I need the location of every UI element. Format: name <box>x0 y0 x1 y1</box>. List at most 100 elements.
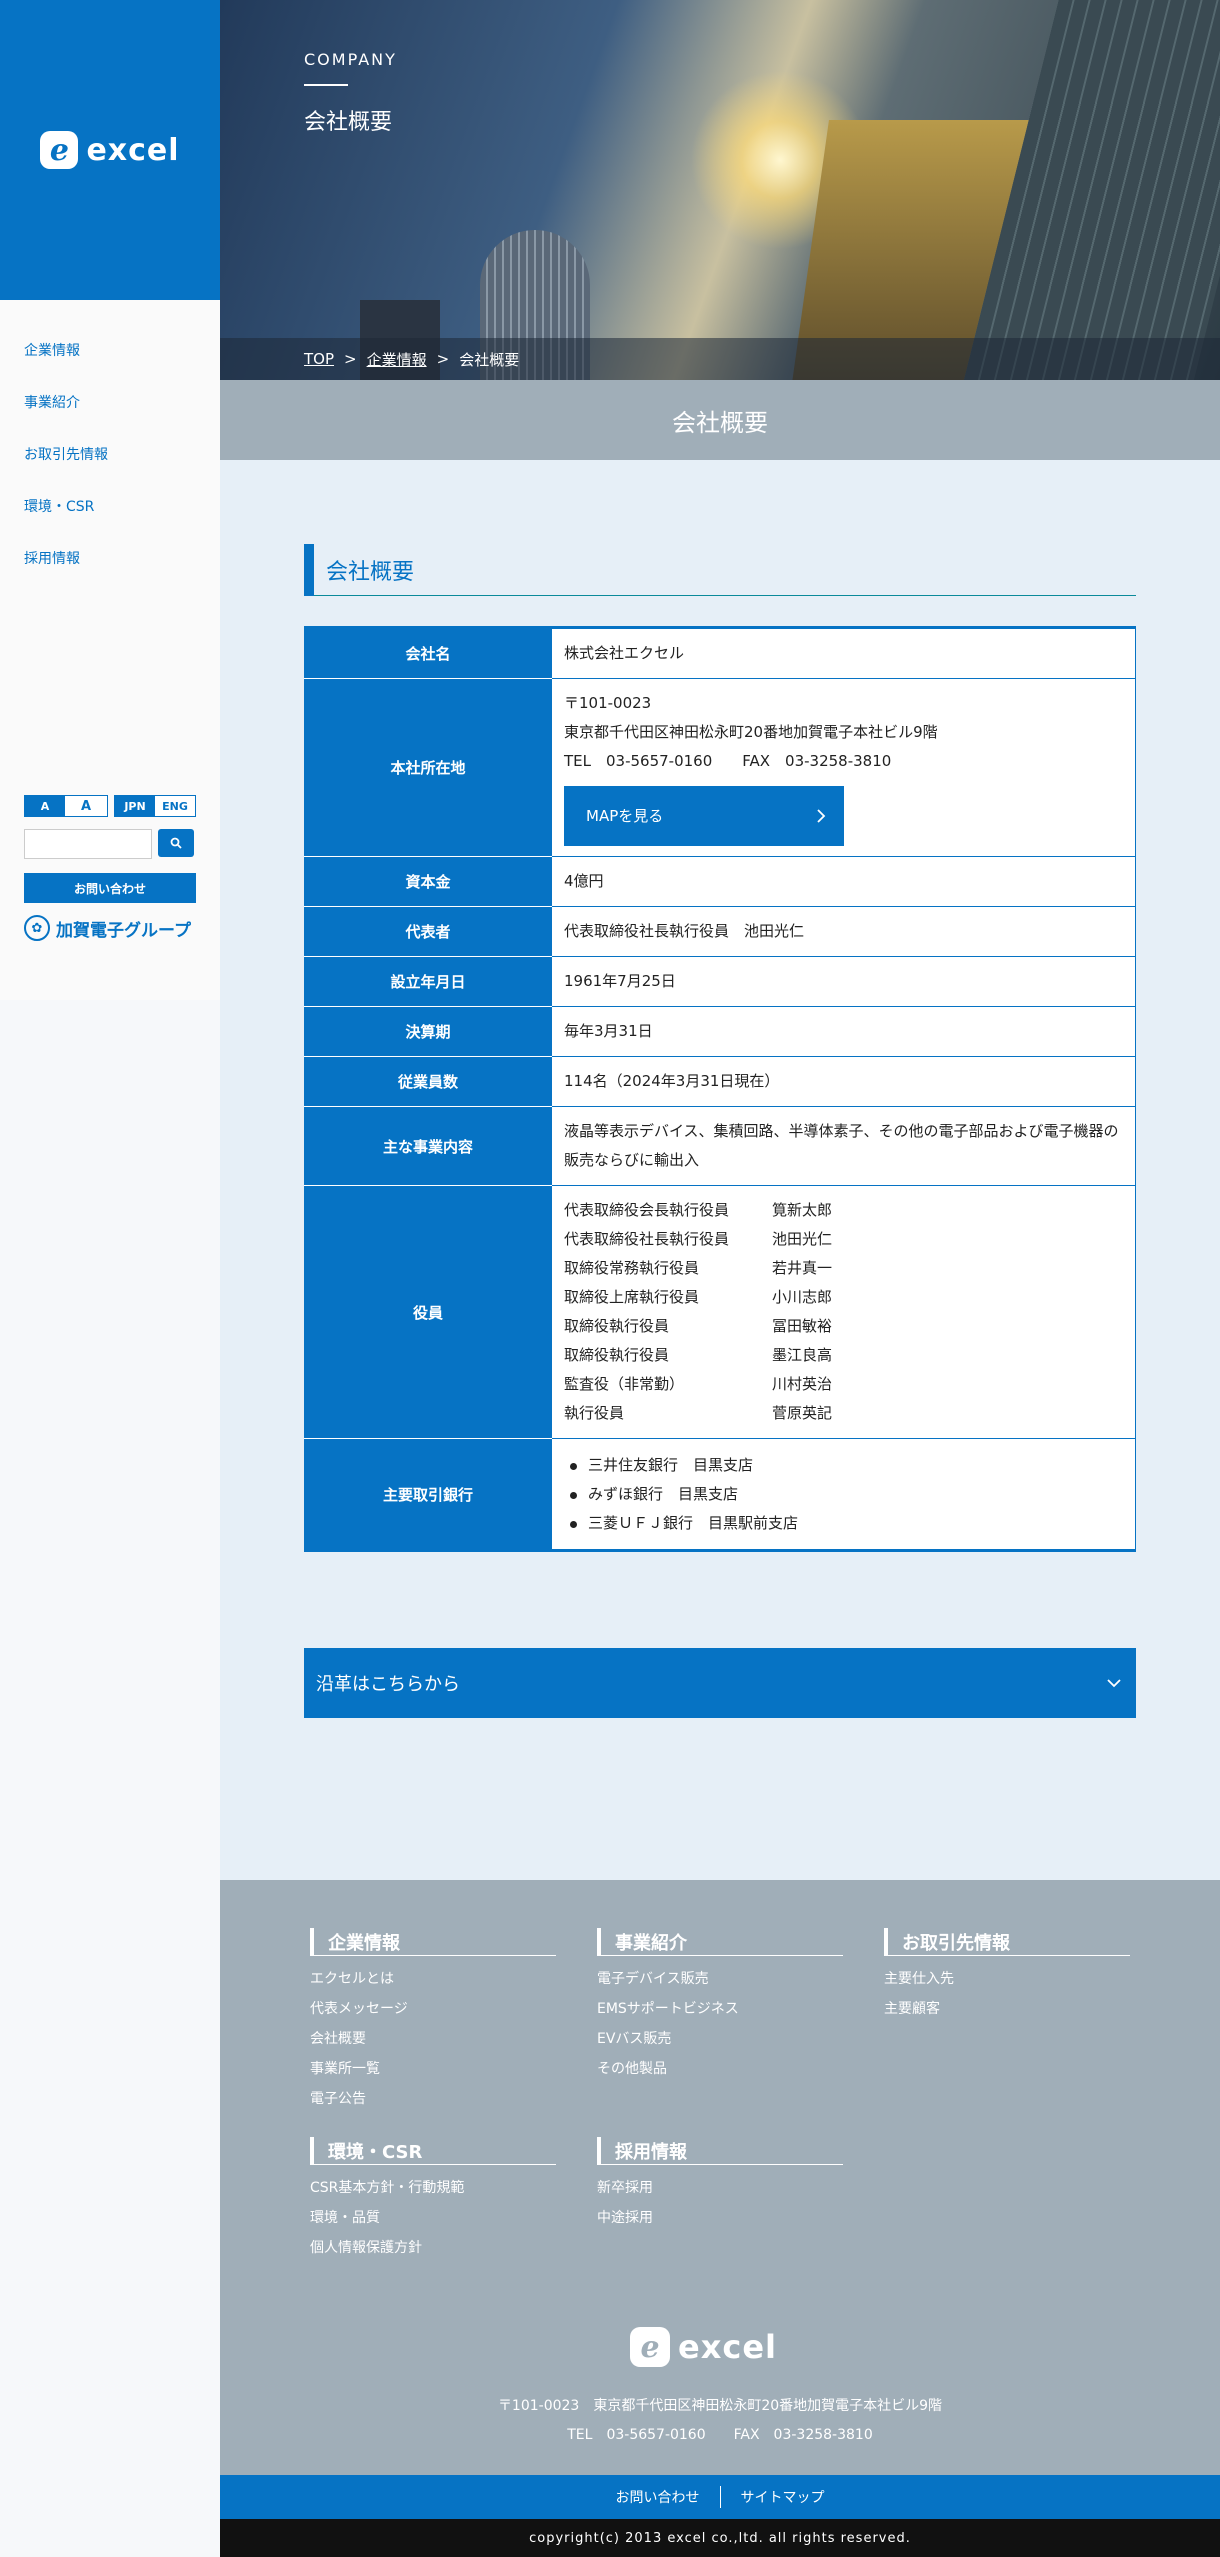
row-label: 会社名 <box>304 627 552 679</box>
footer-link[interactable]: 新卒採用 <box>597 2173 843 2203</box>
footer-nav: お問い合わせ サイトマップ <box>220 2475 1220 2519</box>
breadcrumb-top[interactable]: TOP <box>304 350 334 368</box>
excel-logo[interactable]: e excel <box>40 131 179 169</box>
footer-col-company: 企業情報 エクセルとは 代表メッセージ 会社概要 事業所一覧 電子公告 <box>310 1928 556 2114</box>
footer-link[interactable]: 環境・品質 <box>310 2203 556 2233</box>
officer-row: 監査役（非常勤） 川村英治 <box>564 1370 1123 1399</box>
footer-link[interactable]: 代表メッセージ <box>310 1994 556 2024</box>
footer-link[interactable]: EMSサポートビジネス <box>597 1994 843 2024</box>
footer-contact-link[interactable]: お問い合わせ <box>616 2487 700 2507</box>
history-accordion[interactable]: 沿革はこちらから <box>304 1648 1136 1718</box>
kaga-flower-icon: ✿ <box>24 915 50 941</box>
kaga-group-logo[interactable]: ✿ 加賀電子グループ <box>24 915 196 941</box>
side-nav-business[interactable]: 事業紹介 <box>24 392 108 444</box>
footer-link[interactable]: エクセルとは <box>310 1964 556 1994</box>
copyright-bar: copyright(c) 2013 excel co.,ltd. all rig… <box>220 2519 1220 2557</box>
footer-col-title[interactable]: お取引先情報 <box>884 1928 1130 1956</box>
row-label: 主な事業内容 <box>304 1106 552 1186</box>
footer-col-title[interactable]: 企業情報 <box>310 1928 556 1956</box>
table-row: 決算期 毎年3月31日 <box>304 1006 1136 1057</box>
footer-col-title[interactable]: 採用情報 <box>597 2137 843 2165</box>
table-row: 設立年月日 1961年7月25日 <box>304 956 1136 1007</box>
officer-name: 若井真一 <box>772 1259 833 1277</box>
contact-button[interactable]: お問い合わせ <box>24 873 196 903</box>
footer-link[interactable]: その他製品 <box>597 2054 843 2084</box>
map-button[interactable]: MAPを見る <box>564 786 844 846</box>
lang-eng-button[interactable]: ENG <box>155 796 195 816</box>
breadcrumb-separator: > <box>344 350 357 368</box>
font-small-button[interactable]: A <box>25 796 65 816</box>
footer-link[interactable]: 主要仕入先 <box>884 1964 1130 1994</box>
sidebar-utilities: A A JPN ENG お問い合わせ ✿ 加賀電子グループ <box>24 795 196 941</box>
page-title-bar: 会社概要 <box>220 380 1220 460</box>
footer: 企業情報 エクセルとは 代表メッセージ 会社概要 事業所一覧 電子公告 事業紹介… <box>220 1880 1220 2475</box>
footer-link[interactable]: 電子デバイス販売 <box>597 1964 843 1994</box>
table-row: 会社名 株式会社エクセル <box>304 627 1136 679</box>
row-value: 液晶等表示デバイス、集積回路、半導体素子、その他の電子部品および電子機器の販売な… <box>552 1106 1136 1186</box>
breadcrumb-company[interactable]: 企業情報 <box>367 349 427 370</box>
hero-banner: COMPANY 会社概要 TOP > 企業情報 > 会社概要 <box>220 0 1220 380</box>
search-icon <box>170 837 182 849</box>
footer-tel-fax: TEL 03-5657-0160 FAX 03-3258-3810 <box>567 2427 873 2443</box>
footer-link[interactable]: 会社概要 <box>310 2024 556 2054</box>
footer-col-partners: お取引先情報 主要仕入先 主要顧客 <box>884 1928 1130 2024</box>
footer-link[interactable]: CSR基本方針・行動規範 <box>310 2173 556 2203</box>
breadcrumb-separator: > <box>436 350 450 368</box>
search-form <box>24 829 196 859</box>
row-value: 代表取締役会長執行役員 筧新太郎 代表取締役社長執行役員 池田光仁 取締役常務執行役… <box>552 1185 1136 1439</box>
table-row: 代表者 代表取締役社長執行役員 池田光仁 <box>304 906 1136 957</box>
side-nav-partners[interactable]: お取引先情報 <box>24 444 108 496</box>
font-large-button[interactable]: A <box>65 796 107 816</box>
officer-name: 菅原英記 <box>772 1404 833 1422</box>
row-label: 主要取引銀行 <box>304 1438 552 1551</box>
address-tel-fax: TEL 03-5657-0160 FAX 03-3258-3810 <box>564 752 892 770</box>
row-label: 従業員数 <box>304 1056 552 1107</box>
logo-wordmark: excel <box>678 2328 777 2366</box>
officer-role: 取締役上席執行役員 <box>564 1288 700 1306</box>
hero-category: COMPANY <box>304 50 397 69</box>
logo-area[interactable]: e excel <box>0 0 220 300</box>
side-nav-recruit[interactable]: 採用情報 <box>24 548 108 600</box>
officer-row: 取締役執行役員 墨江良高 <box>564 1341 1123 1370</box>
footer-link[interactable]: 中途採用 <box>597 2203 843 2233</box>
footer-col-recruit: 採用情報 新卒採用 中途採用 <box>597 2137 843 2233</box>
row-label: 役員 <box>304 1185 552 1439</box>
table-row: 従業員数 114名（2024年3月31日現在） <box>304 1056 1136 1107</box>
side-nav: 企業情報 事業紹介 お取引先情報 環境・CSR 採用情報 <box>24 340 108 600</box>
search-button[interactable] <box>158 829 194 857</box>
history-label: 沿革はこちらから <box>316 1674 460 1695</box>
row-value: 1961年7月25日 <box>552 956 1136 1007</box>
address-postal: 〒101-0023 <box>564 694 652 712</box>
footer-col-title[interactable]: 事業紹介 <box>597 1928 843 1956</box>
footer-col-title[interactable]: 環境・CSR <box>310 2137 556 2165</box>
map-button-label: MAPを見る <box>586 806 664 825</box>
footer-logo[interactable]: e excel <box>630 2327 777 2367</box>
side-nav-csr[interactable]: 環境・CSR <box>24 496 108 548</box>
row-value: 114名（2024年3月31日現在） <box>552 1056 1136 1107</box>
row-label: 代表者 <box>304 906 552 957</box>
logo-wordmark: excel <box>86 132 180 168</box>
row-value: 代表取締役社長執行役員 池田光仁 <box>552 906 1136 957</box>
side-nav-company[interactable]: 企業情報 <box>24 340 108 392</box>
footer-link[interactable]: 個人情報保護方針 <box>310 2233 556 2263</box>
officer-role: 取締役執行役員 <box>564 1317 670 1335</box>
row-label: 本社所在地 <box>304 678 552 857</box>
footer-link[interactable]: 主要顧客 <box>884 1994 1130 2024</box>
officer-name: 小川志郎 <box>772 1288 833 1306</box>
lang-jpn-button[interactable]: JPN <box>115 796 155 816</box>
footer-link[interactable]: 事業所一覧 <box>310 2054 556 2084</box>
row-label: 資本金 <box>304 856 552 907</box>
footer-link[interactable]: 電子公告 <box>310 2084 556 2114</box>
table-row: 本社所在地 〒101-0023 東京都千代田区神田松永町20番地加賀電子本社ビル… <box>304 678 1136 857</box>
footer-link[interactable]: EVバス販売 <box>597 2024 843 2054</box>
bank-item: 三菱ＵＦＪ銀行 目黒駅前支店 <box>564 1509 1123 1538</box>
officer-role: 代表取締役社長執行役員 <box>564 1230 730 1248</box>
footer-sitemap-link[interactable]: サイトマップ <box>741 2487 825 2507</box>
sidebar: e excel 企業情報 事業紹介 お取引先情報 環境・CSR 採用情報 A A… <box>0 0 220 1000</box>
table-row: 主な事業内容 液晶等表示デバイス、集積回路、半導体素子、その他の電子部品および電… <box>304 1106 1136 1186</box>
officer-row: 執行役員 菅原英記 <box>564 1399 1123 1428</box>
officer-role: 代表取締役会長執行役員 <box>564 1201 730 1219</box>
footer-nav-divider <box>719 2486 721 2508</box>
officer-name: 墨江良高 <box>772 1346 833 1364</box>
search-input[interactable] <box>24 829 152 859</box>
